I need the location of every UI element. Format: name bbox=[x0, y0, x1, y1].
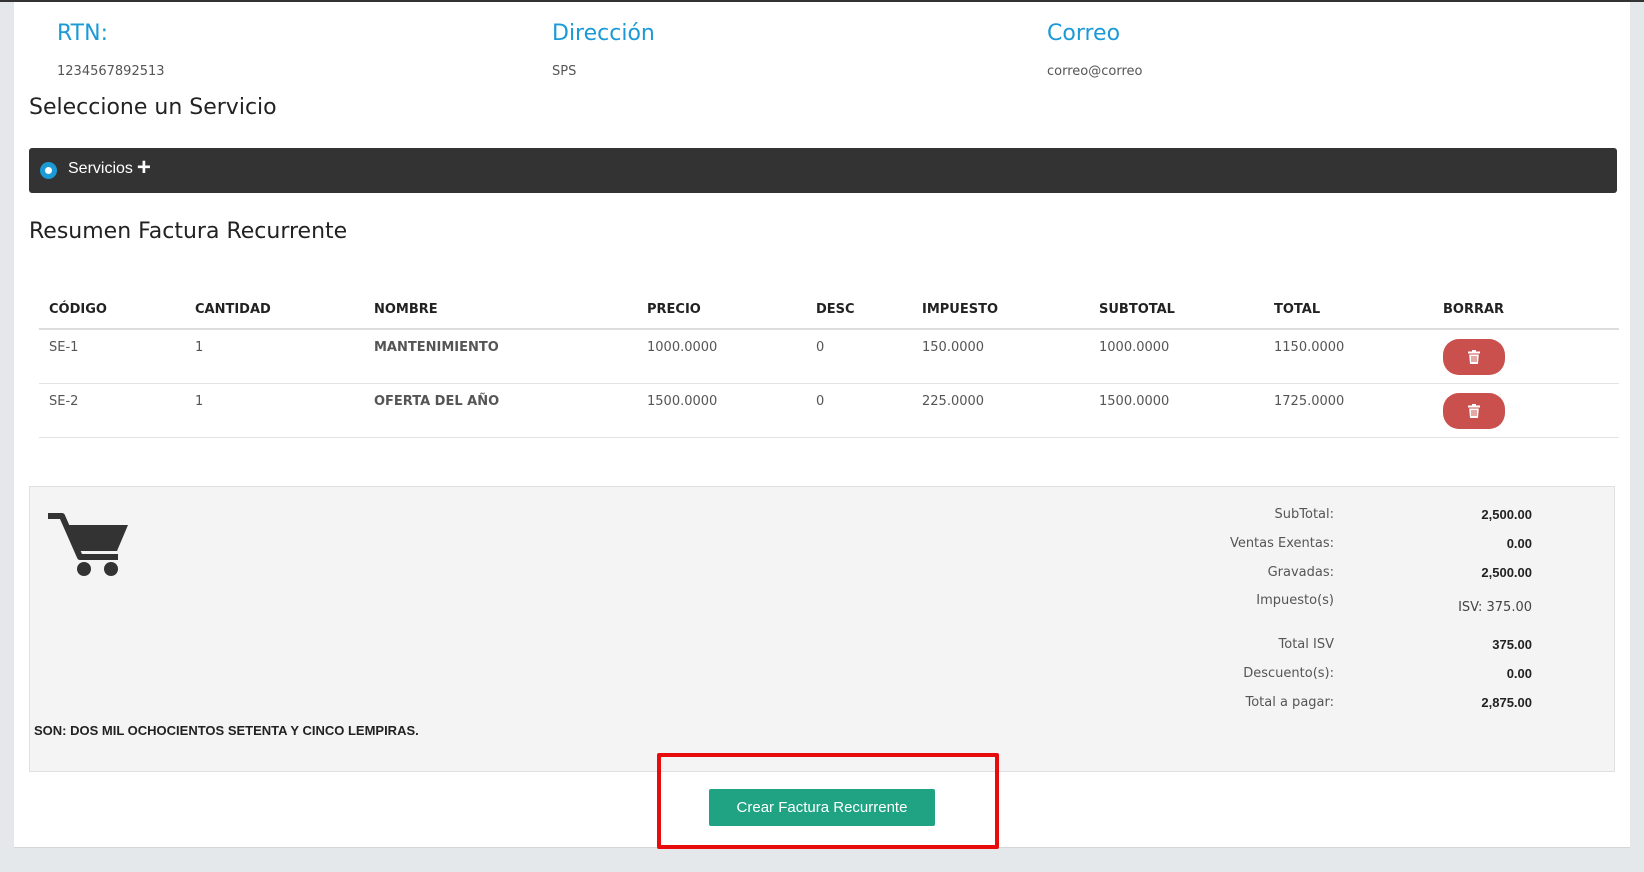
gravadas-value: 2,500.00 bbox=[1481, 565, 1532, 580]
address-block: Dirección SPS bbox=[552, 20, 655, 79]
totals-panel: SubTotal: 2,500.00 Ventas Exentas: 0.00 … bbox=[29, 486, 1615, 772]
cell-impuesto: 150.0000 bbox=[912, 329, 1089, 384]
header-cantidad: CANTIDAD bbox=[185, 290, 364, 330]
cell-codigo: SE-1 bbox=[39, 329, 185, 384]
descuento-row: Descuento(s): 0.00 bbox=[30, 666, 1616, 688]
plus-icon[interactable]: + bbox=[137, 154, 151, 181]
exentas-label: Ventas Exentas: bbox=[1229, 536, 1334, 551]
exentas-row: Ventas Exentas: 0.00 bbox=[30, 536, 1616, 558]
rtn-label: RTN: bbox=[57, 21, 108, 46]
cell-nombre: MANTENIMIENTO bbox=[364, 329, 637, 384]
table-header-row: CÓDIGO CANTIDAD NOMBRE PRECIO DESC IMPUE… bbox=[39, 290, 1619, 330]
services-label: Servicios bbox=[68, 160, 133, 177]
services-bar[interactable]: Servicios + bbox=[29, 148, 1617, 193]
cell-codigo: SE-2 bbox=[39, 383, 185, 438]
total-isv-row: Total ISV 375.00 bbox=[30, 637, 1616, 659]
amount-in-words: SON: DOS MIL OCHOCIENTOS SETENTA Y CINCO… bbox=[34, 723, 419, 738]
invoice-card: RTN: 1234567892513 Dirección SPS Correo … bbox=[14, 2, 1630, 848]
header-precio: PRECIO bbox=[637, 290, 806, 330]
delete-row-button[interactable] bbox=[1443, 339, 1505, 375]
subtotal-row: SubTotal: 2,500.00 bbox=[30, 507, 1616, 529]
trash-icon bbox=[1468, 403, 1480, 418]
total-isv-label: Total ISV bbox=[1278, 637, 1334, 652]
header-nombre: NOMBRE bbox=[364, 290, 637, 330]
total-pagar-value: 2,875.00 bbox=[1481, 695, 1532, 710]
cell-precio[interactable]: 1000.0000 bbox=[637, 329, 806, 384]
cell-cantidad: 1 bbox=[185, 383, 364, 438]
total-isv-value: 375.00 bbox=[1492, 637, 1532, 652]
email-label: Correo bbox=[1047, 21, 1121, 46]
highlight-box bbox=[657, 753, 999, 849]
email-value: correo@correo bbox=[1047, 64, 1143, 79]
address-label: Dirección bbox=[552, 21, 655, 46]
cell-borrar bbox=[1433, 383, 1619, 438]
cell-precio[interactable]: 1500.0000 bbox=[637, 383, 806, 438]
header-codigo: CÓDIGO bbox=[39, 290, 185, 330]
descuento-label: Descuento(s): bbox=[1243, 666, 1334, 681]
header-total: TOTAL bbox=[1264, 290, 1433, 330]
delete-row-button[interactable] bbox=[1443, 392, 1505, 429]
header-impuesto: IMPUESTO bbox=[912, 290, 1089, 330]
descuento-value: 0.00 bbox=[1506, 666, 1532, 681]
cell-total[interactable]: 1725.0000 bbox=[1264, 383, 1433, 438]
impuesto-label: Impuesto(s) bbox=[1256, 593, 1334, 608]
impuesto-value: ISV: 375.00 bbox=[1458, 600, 1532, 615]
select-service-title: Seleccione un Servicio bbox=[29, 95, 277, 120]
subtotal-value: 2,500.00 bbox=[1481, 507, 1532, 522]
total-pagar-row: Total a pagar: 2,875.00 bbox=[30, 695, 1616, 717]
total-pagar-label: Total a pagar: bbox=[1245, 695, 1334, 710]
address-value: SPS bbox=[552, 64, 577, 79]
services-toggle[interactable]: Servicios + bbox=[68, 156, 151, 180]
header-desc: DESC bbox=[806, 290, 912, 330]
cell-desc: 0 bbox=[806, 383, 912, 438]
items-table: CÓDIGO CANTIDAD NOMBRE PRECIO DESC IMPUE… bbox=[39, 290, 1619, 438]
table-row: SE-1 1 MANTENIMIENTO 1000.0000 0 150.000… bbox=[39, 329, 1619, 384]
cell-subtotal: 1500.0000 bbox=[1089, 383, 1264, 438]
gravadas-label: Gravadas: bbox=[1267, 565, 1334, 580]
cell-subtotal: 1000.0000 bbox=[1089, 329, 1264, 384]
rtn-value: 1234567892513 bbox=[57, 64, 165, 79]
cell-nombre: OFERTA DEL AÑO bbox=[364, 383, 637, 438]
impuesto-row: Impuesto(s) ISV: 375.00 bbox=[30, 593, 1616, 615]
summary-title: Resumen Factura Recurrente bbox=[29, 219, 348, 244]
rtn-block: RTN: 1234567892513 bbox=[57, 20, 165, 79]
email-block: Correo correo@correo bbox=[1047, 20, 1142, 79]
cell-impuesto: 225.0000 bbox=[912, 383, 1089, 438]
cell-borrar bbox=[1433, 329, 1619, 384]
gravadas-row: Gravadas: 2,500.00 bbox=[30, 565, 1616, 587]
trash-icon bbox=[1468, 350, 1480, 364]
exentas-value: 0.00 bbox=[1506, 536, 1532, 551]
radio-selected-icon[interactable] bbox=[40, 162, 57, 179]
header-borrar: BORRAR bbox=[1433, 290, 1619, 330]
cell-desc: 0 bbox=[806, 329, 912, 384]
subtotal-label: SubTotal: bbox=[1274, 507, 1334, 522]
cell-total[interactable]: 1150.0000 bbox=[1264, 329, 1433, 384]
cell-cantidad: 1 bbox=[185, 329, 364, 384]
header-subtotal: SUBTOTAL bbox=[1089, 290, 1264, 330]
table-row: SE-2 1 OFERTA DEL AÑO 1500.0000 0 225.00… bbox=[39, 383, 1619, 438]
